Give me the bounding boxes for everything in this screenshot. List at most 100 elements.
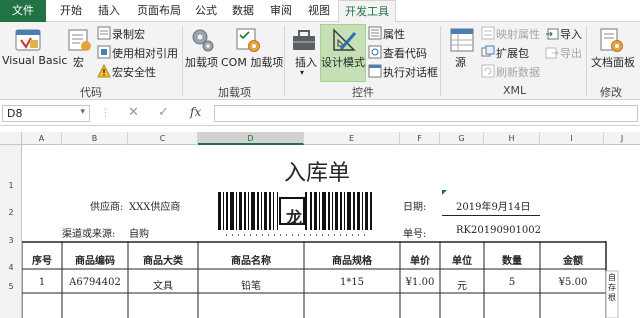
insert-function-icon[interactable]: fx	[190, 105, 201, 119]
formula-bar: D8 ▾ ⋮ ✕ ✓ fx	[0, 101, 640, 126]
xml-source-button[interactable]: 源	[455, 54, 466, 70]
warning-icon	[97, 64, 111, 78]
run-dialog-button[interactable]: 执行对话框	[383, 64, 438, 80]
row-header-bar: 1 2 3 4 5	[0, 145, 22, 318]
properties-icon	[368, 26, 382, 40]
table-header-spec: 商品规格	[332, 256, 372, 267]
record-macro-icon	[97, 26, 111, 40]
column-header-g[interactable]: G	[440, 132, 484, 145]
side-note-text: 自存根	[608, 273, 616, 302]
supplier-value: XXX供应商	[129, 202, 181, 213]
refresh-icon	[481, 64, 495, 78]
design-mode-label: 设计模式	[321, 56, 365, 69]
xml-source-icon	[450, 28, 474, 52]
select-all-corner[interactable]	[0, 132, 22, 145]
group-divider	[586, 26, 587, 96]
date-value: 2019年9月14日	[456, 202, 531, 213]
column-header-d[interactable]: D	[198, 132, 304, 145]
table-cell-name: 铅笔	[241, 281, 261, 292]
tab-page-layout[interactable]: 页面布局	[130, 0, 188, 22]
tab-view[interactable]: 视图	[302, 0, 336, 22]
document-panel-icon	[600, 28, 623, 52]
enter-icon[interactable]: ✓	[158, 105, 169, 120]
excel-window: 文件 开始 插入 页面布局 公式 数据 审阅 视图 开发工具 Visual Ba…	[0, 0, 640, 318]
name-box[interactable]: D8 ▾	[2, 105, 90, 122]
macro-security-button[interactable]: 宏安全性	[112, 64, 156, 80]
insert-control-button[interactable]: 插入	[295, 54, 317, 70]
tab-insert[interactable]: 插入	[92, 0, 126, 22]
column-header-j[interactable]: J	[604, 132, 640, 145]
tab-formulas[interactable]: 公式	[190, 0, 222, 22]
toolbox-icon	[293, 30, 315, 50]
page-title: 入库单	[284, 161, 351, 186]
group-label-modify: 修改	[600, 86, 622, 99]
com-addins-button[interactable]: COM 加载项	[221, 54, 283, 70]
macro-icon	[68, 29, 91, 51]
table-cell-amount: ¥5.00	[558, 277, 588, 288]
row-header-2[interactable]: 2	[0, 208, 22, 217]
design-mode-icon	[333, 28, 357, 51]
tab-developer[interactable]: 开发工具	[338, 0, 396, 23]
table-header-quantity: 数量	[502, 256, 522, 267]
map-properties-button[interactable]: 映射属性	[496, 26, 540, 42]
table-header-amount: 金额	[563, 256, 583, 267]
tab-review[interactable]: 审阅	[264, 0, 298, 22]
column-header-b[interactable]: B	[62, 132, 128, 145]
group-label-code: 代码	[80, 86, 102, 99]
table-cell-unit: 元	[457, 281, 467, 292]
order-number-value: RK20190901002	[456, 225, 541, 236]
row-header-4[interactable]: 4	[0, 263, 22, 272]
column-header-f[interactable]: F	[400, 132, 440, 145]
chevron-down-icon[interactable]: ▾	[80, 107, 85, 117]
document-panel-button[interactable]: 文档面板	[591, 54, 635, 70]
row-header-1[interactable]: 1	[0, 181, 22, 190]
com-addins-icon	[236, 28, 260, 52]
row-header-3[interactable]: 3	[0, 236, 22, 245]
channel-value: 自购	[129, 229, 149, 240]
more-icon: ⋮	[100, 106, 111, 119]
export-button[interactable]: 导出	[560, 45, 582, 61]
table-header-unit: 单位	[452, 256, 472, 267]
group-divider	[182, 26, 183, 96]
tab-data[interactable]: 数据	[226, 0, 260, 22]
table-cell-code: A6794402	[69, 277, 121, 288]
worksheet-grid[interactable]: 入库单 供应商: XXX供应商 日期: 2019年9月14日 渠道或来源: 自购…	[22, 145, 640, 318]
visual-basic-icon	[15, 29, 41, 51]
formula-input[interactable]	[214, 105, 638, 122]
view-code-icon	[368, 45, 382, 59]
view-code-button[interactable]: 查看代码	[383, 45, 427, 61]
cancel-icon[interactable]: ✕	[128, 105, 139, 120]
column-header-a[interactable]: A	[22, 132, 62, 145]
macros-button[interactable]: 宏	[73, 54, 84, 70]
table-cell-index: 1	[38, 277, 46, 288]
chevron-down-icon: ▾	[300, 68, 305, 77]
properties-button[interactable]: 属性	[383, 26, 405, 42]
tab-file[interactable]: 文件	[0, 0, 46, 22]
row-header-5[interactable]: 5	[0, 282, 22, 291]
column-header-e[interactable]: E	[304, 132, 400, 145]
barcode-center-character: 龙	[286, 208, 303, 227]
column-header-h[interactable]: H	[484, 132, 540, 145]
export-icon	[545, 47, 559, 59]
table-cell-price: ¥1.00	[405, 277, 435, 288]
refresh-data-button[interactable]: 刷新数据	[496, 64, 540, 80]
table-cell-category: 文具	[153, 281, 173, 292]
date-underline	[442, 215, 540, 216]
gear-icon	[192, 29, 214, 52]
visual-basic-button[interactable]: Visual Basic	[2, 54, 67, 67]
column-header-c[interactable]: C	[128, 132, 198, 145]
name-box-value: D8	[7, 107, 23, 120]
addins-button[interactable]: 加载项	[185, 54, 218, 70]
use-relative-references-button[interactable]: 使用相对引用	[112, 45, 178, 61]
table-header-price: 单价	[410, 256, 430, 267]
record-macro-button[interactable]: 录制宏	[112, 26, 145, 42]
table-cell-spec: 1*15	[339, 277, 365, 288]
date-label: 日期:	[403, 202, 427, 213]
ribbon-tab-bar: 文件 开始 插入 页面布局 公式 数据 审阅 视图 开发工具	[0, 0, 640, 23]
column-header-i[interactable]: I	[540, 132, 604, 145]
expansion-packs-button[interactable]: 扩展包	[496, 45, 529, 61]
map-properties-icon	[481, 26, 495, 40]
tab-home[interactable]: 开始	[54, 0, 88, 22]
import-button[interactable]: 导入	[560, 26, 582, 42]
group-divider	[284, 26, 285, 96]
